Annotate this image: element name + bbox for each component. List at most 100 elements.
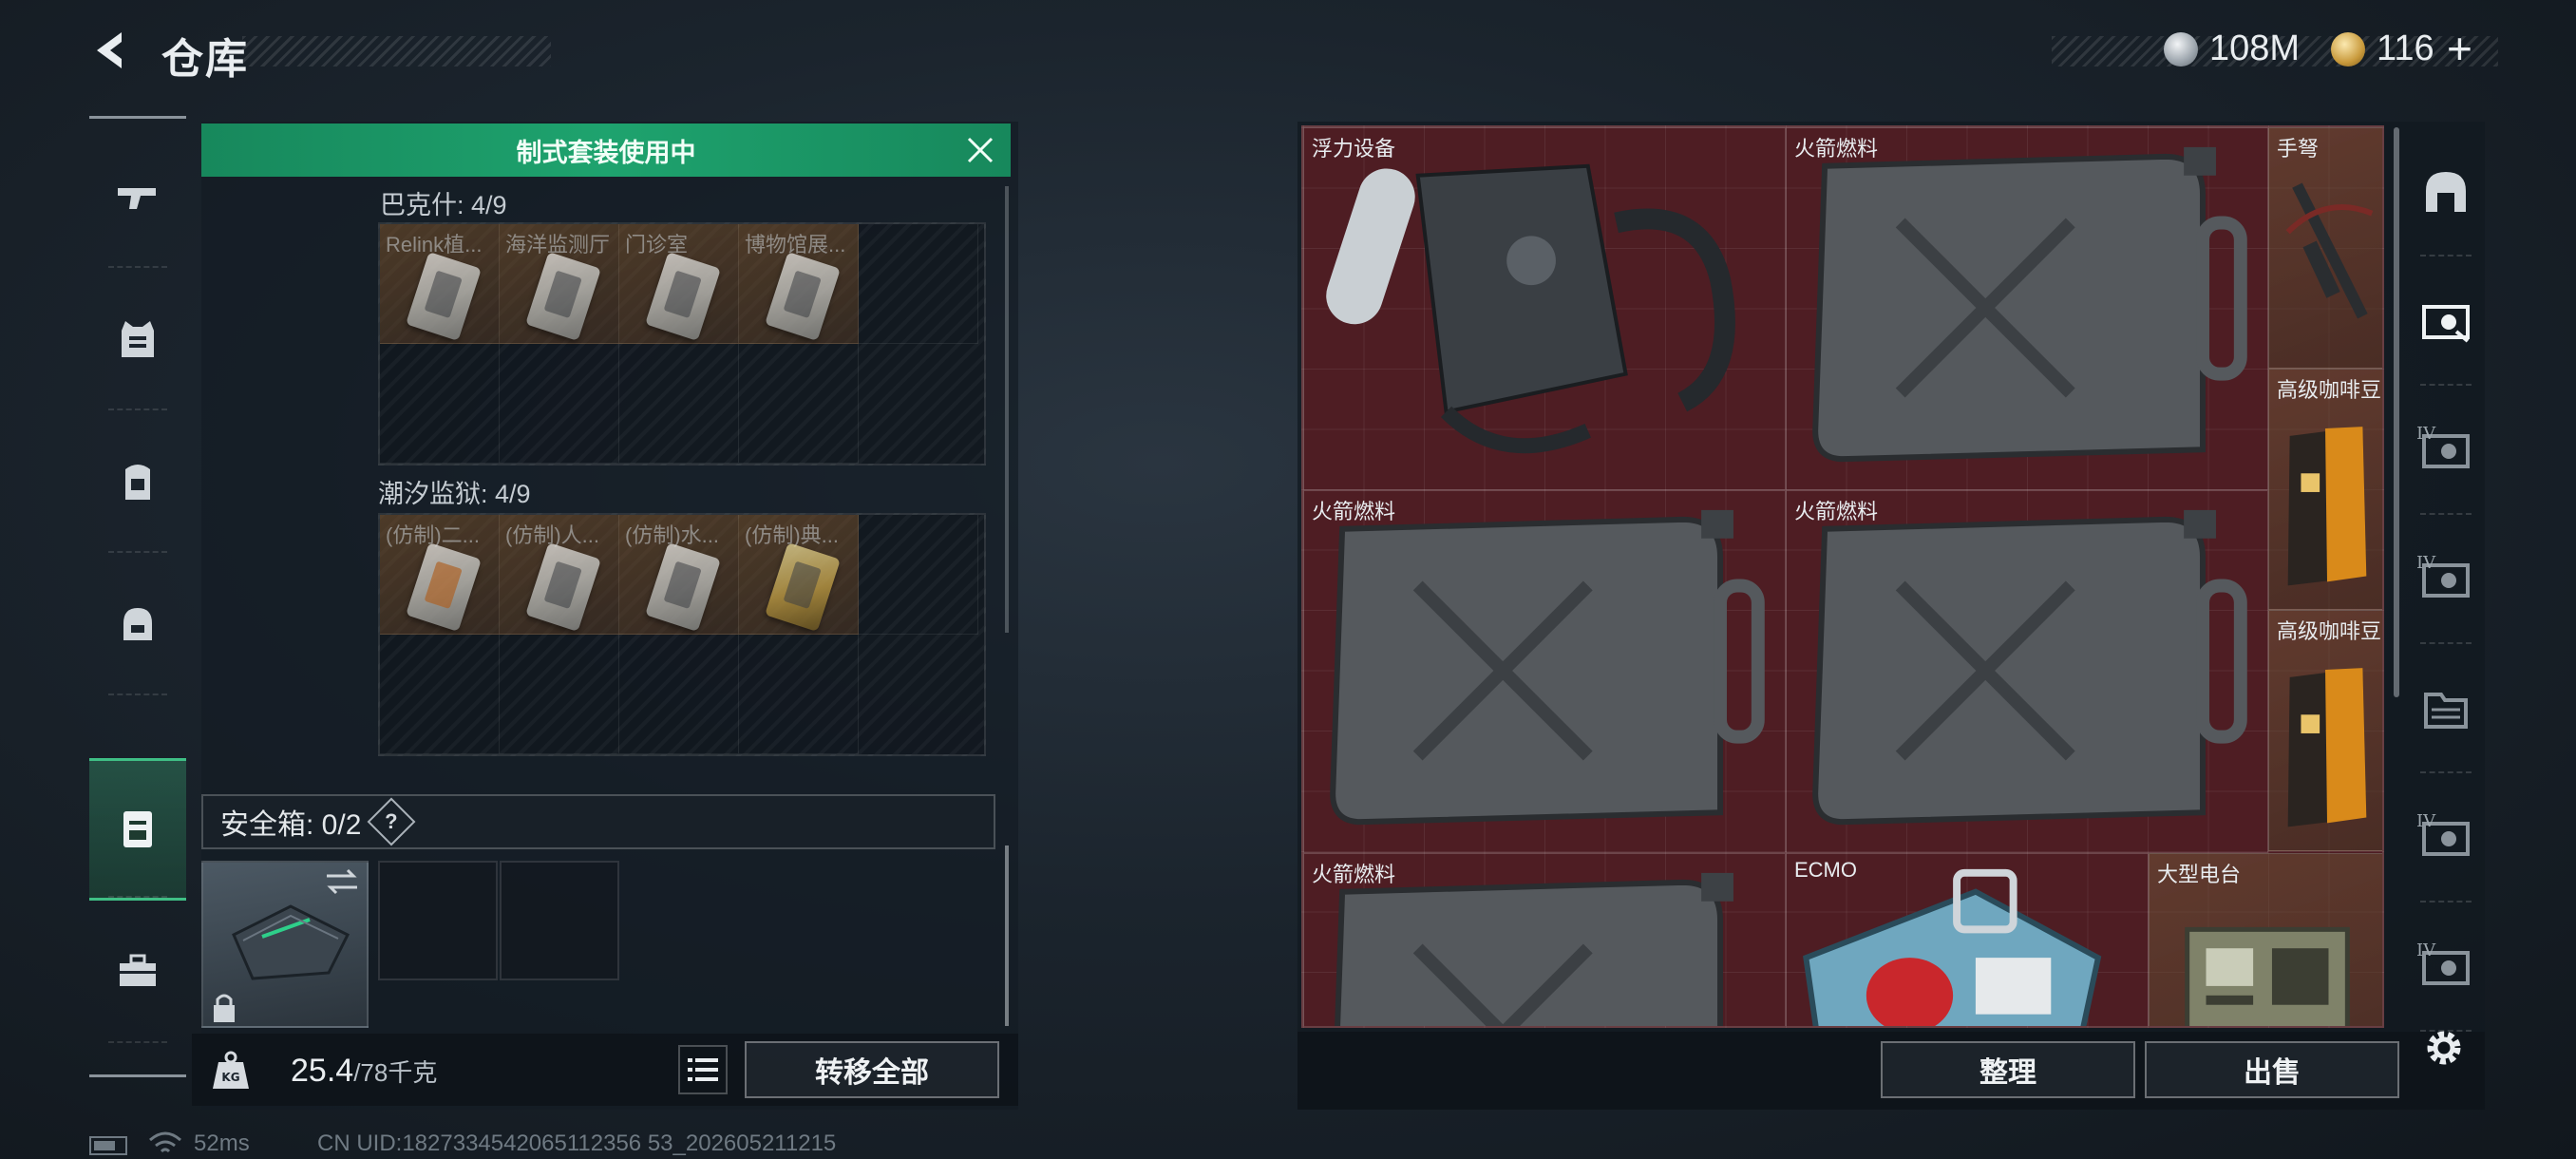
crossbow-image bbox=[2285, 182, 2374, 319]
backpack-scrollbar[interactable] bbox=[1005, 846, 1009, 1026]
section-label-bakshi: 巴克什: 4/9 bbox=[380, 191, 507, 219]
warehouse-scrollbar[interactable] bbox=[2394, 127, 2399, 697]
list-item[interactable]: (仿制)典... bbox=[739, 515, 859, 635]
swap-icon[interactable] bbox=[323, 866, 361, 897]
tab-storage-1[interactable] bbox=[2407, 256, 2485, 386]
safe-case-icon bbox=[123, 811, 152, 847]
page-title: 仓库 bbox=[161, 36, 249, 83]
list-item[interactable]: (仿制)人... bbox=[500, 515, 619, 635]
item-rocket-fuel[interactable]: 火箭燃料 bbox=[1303, 853, 1786, 1026]
silver-currency-value: 108M bbox=[2209, 28, 2301, 68]
silver-coin-icon bbox=[2164, 32, 2198, 66]
sidebar-item-safe-case[interactable] bbox=[89, 758, 186, 901]
title-decoration bbox=[242, 36, 551, 66]
list-item[interactable]: 博物馆展... bbox=[739, 224, 859, 344]
empty-slot[interactable] bbox=[380, 635, 500, 754]
gold-coin-icon bbox=[2331, 32, 2365, 66]
keycard-image bbox=[406, 542, 482, 633]
item-label: 手弩 bbox=[2277, 137, 2320, 161]
item-ecmo[interactable]: ECMO bbox=[1786, 853, 2149, 1026]
slot-label: 海洋监测厅 bbox=[505, 233, 611, 256]
transfer-all-button[interactable]: 转移全部 bbox=[745, 1041, 999, 1098]
tab-storage-5[interactable]: IV bbox=[2407, 902, 2485, 1032]
list-view-button[interactable] bbox=[678, 1045, 728, 1094]
sidebar-item-pouch[interactable] bbox=[89, 553, 186, 695]
item-label: 浮力设备 bbox=[1312, 137, 1396, 161]
safe-box-slot-1[interactable] bbox=[378, 861, 498, 980]
empty-slot[interactable] bbox=[739, 635, 859, 754]
fuel-can-image bbox=[1812, 509, 2247, 826]
item-rocket-fuel[interactable]: 火箭燃料 bbox=[1303, 490, 1786, 853]
gun-icon bbox=[118, 188, 156, 209]
helmet-bag-icon bbox=[123, 608, 152, 640]
tab-storage-2[interactable]: IV bbox=[2407, 386, 2485, 515]
warehouse-grid: 浮力设备 火箭燃料 手弩 高级咖啡豆 火箭燃料 火箭燃料 高级咖啡豆 火箭燃料 … bbox=[1301, 125, 2384, 1028]
gold-currency-value: 116 bbox=[2377, 28, 2434, 68]
item-label: 火箭燃料 bbox=[1794, 137, 1879, 161]
slot-label: (仿制)二... bbox=[386, 523, 480, 547]
sidebar-item-weapons[interactable] bbox=[89, 125, 186, 268]
empty-slot[interactable] bbox=[859, 224, 978, 344]
empty-slot[interactable] bbox=[739, 344, 859, 464]
sort-button[interactable]: 整理 bbox=[1881, 1041, 2135, 1098]
toolbox-icon bbox=[120, 954, 156, 986]
list-item[interactable]: 海洋监测厅 bbox=[500, 224, 619, 344]
item-premium-coffee-beans[interactable]: 高级咖啡豆 bbox=[2268, 610, 2382, 851]
close-icon[interactable] bbox=[963, 133, 997, 167]
item-buoyancy-device[interactable]: 浮力设备 bbox=[1303, 127, 1786, 490]
sidebar-item-toolbox[interactable] bbox=[89, 901, 186, 1043]
item-large-radio[interactable]: 大型电台 bbox=[2149, 853, 2382, 1026]
item-label: 高级咖啡豆 bbox=[2277, 619, 2382, 643]
user-uid: CN UID:1827334542065112356 53_2026052112… bbox=[317, 1130, 837, 1156]
sidebar-item-backpack[interactable] bbox=[89, 410, 186, 553]
empty-slot[interactable] bbox=[500, 635, 619, 754]
fuel-can-image bbox=[1812, 146, 2247, 463]
sidebar-item-armor[interactable] bbox=[89, 268, 186, 410]
empty-slot[interactable] bbox=[859, 515, 978, 635]
back-button[interactable] bbox=[87, 27, 135, 74]
sidebar-top-divider bbox=[89, 116, 186, 119]
item-label: 大型电台 bbox=[2157, 863, 2242, 886]
slot-label: (仿制)典... bbox=[745, 523, 839, 547]
settings-gear-icon[interactable] bbox=[2420, 1024, 2468, 1072]
item-premium-coffee-beans[interactable]: 高级咖啡豆 bbox=[2268, 369, 2382, 610]
tab-storage-3[interactable]: IV bbox=[2407, 515, 2485, 644]
list-item[interactable]: (仿制)二... bbox=[380, 515, 500, 635]
list-item[interactable]: 门诊室 bbox=[619, 224, 739, 344]
item-rocket-fuel[interactable]: 火箭燃料 bbox=[1786, 127, 2268, 490]
empty-slot[interactable] bbox=[500, 344, 619, 464]
empty-slot[interactable] bbox=[380, 344, 500, 464]
item-label: 火箭燃料 bbox=[1312, 863, 1396, 886]
safe-box-label: 安全箱: 0/2 bbox=[220, 809, 362, 841]
kit-status-text: 制式套装使用中 bbox=[516, 138, 696, 167]
tab-folder[interactable] bbox=[2407, 644, 2485, 773]
item-rocket-fuel[interactable]: 火箭燃料 bbox=[1786, 490, 2268, 853]
current-weight: 25.4 bbox=[291, 1053, 354, 1089]
slot-label: 博物馆展... bbox=[745, 233, 846, 256]
help-glyph: ? bbox=[385, 808, 399, 833]
empty-slot[interactable] bbox=[619, 344, 739, 464]
armor-vest-icon bbox=[122, 321, 154, 357]
tab-storage-4[interactable]: IV bbox=[2407, 773, 2485, 902]
sell-button[interactable]: 出售 bbox=[2145, 1041, 2399, 1098]
back-arrow-icon bbox=[97, 32, 122, 68]
weight-display: 25.4/78千克 bbox=[291, 1053, 437, 1090]
backpack-scroll-track bbox=[1005, 186, 1009, 633]
list-item[interactable]: Relink植... bbox=[380, 224, 500, 344]
item-hand-crossbow[interactable]: 手弩 bbox=[2268, 127, 2382, 369]
add-currency-button[interactable]: + bbox=[2447, 23, 2472, 74]
safe-box-device-image bbox=[232, 904, 350, 980]
coffee-bag-image bbox=[2287, 668, 2367, 827]
list-item[interactable]: (仿制)水... bbox=[619, 515, 739, 635]
help-icon[interactable]: ? bbox=[367, 797, 416, 846]
keycard-image bbox=[645, 542, 721, 633]
warehouse-tab-rail: IV IV IV IV bbox=[2407, 122, 2485, 1032]
empty-slot[interactable] bbox=[619, 635, 739, 754]
safe-box-slot-2[interactable] bbox=[500, 861, 619, 980]
item-label: 火箭燃料 bbox=[1312, 500, 1396, 523]
slot-label: (仿制)水... bbox=[625, 523, 719, 547]
tab-overview[interactable] bbox=[2407, 127, 2485, 256]
item-label: 火箭燃料 bbox=[1794, 500, 1879, 523]
coffee-bag-image bbox=[2287, 427, 2367, 586]
keycard-image bbox=[765, 251, 841, 342]
